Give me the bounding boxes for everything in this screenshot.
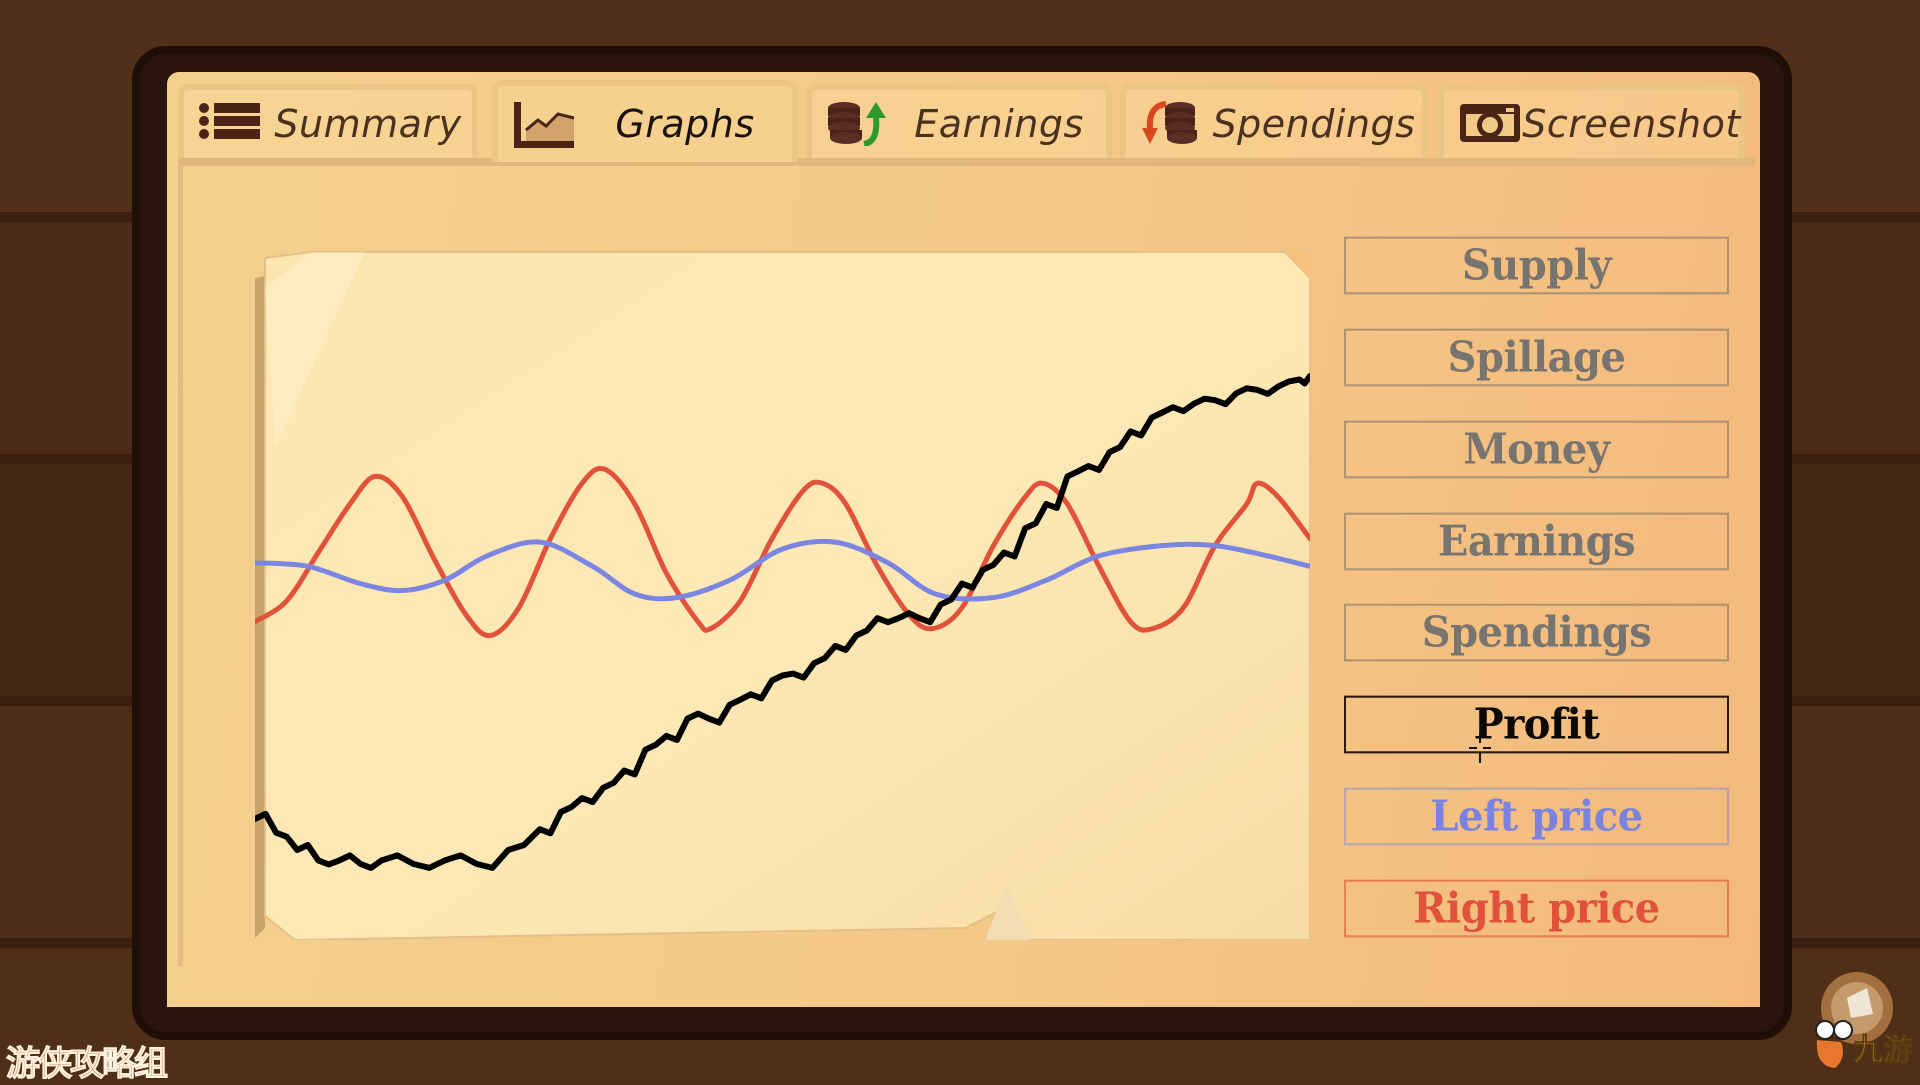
watermark-right-text: 九游 <box>1853 1033 1913 1068</box>
crosshair-cursor-icon <box>1469 733 1491 763</box>
graph-button-right-price[interactable]: Right price <box>1344 879 1729 938</box>
tab-label: Graphs <box>615 102 755 146</box>
graph-button-supply[interactable]: Supply <box>1344 236 1729 295</box>
watermark-logo-icon: 九游 <box>1815 972 1914 1069</box>
tab-label: Summary <box>274 102 462 146</box>
tab-graphs[interactable]: Graphs <box>492 80 798 162</box>
paper-shadow <box>255 276 265 938</box>
tab-label: Earnings <box>914 102 1084 146</box>
graph-button-profit[interactable]: Profit <box>1344 695 1729 754</box>
graph-button-left-price[interactable]: Left price <box>1344 787 1729 846</box>
tab-label: Spendings <box>1212 102 1416 146</box>
tab-screenshot[interactable]: Screenshot <box>1438 84 1745 158</box>
coins-up-icon <box>826 100 892 147</box>
list-icon <box>198 100 264 146</box>
graph-button-spillage[interactable]: Spillage <box>1344 328 1729 387</box>
paper-sheet <box>264 251 1310 940</box>
graph-chart <box>255 251 1310 940</box>
watermark-left: 游侠攻略组 <box>6 1044 169 1085</box>
coins-down-icon <box>1140 100 1206 146</box>
tab-summary[interactable]: Summary <box>178 84 478 158</box>
graph-button-money[interactable]: Money <box>1344 420 1729 479</box>
tab-spendings[interactable]: Spendings <box>1120 84 1428 158</box>
camera-icon <box>1458 100 1524 146</box>
line-chart-icon <box>512 100 578 148</box>
tab-earnings[interactable]: Earnings <box>806 84 1112 158</box>
tab-label: Screenshot <box>1522 102 1741 146</box>
graph-button-spendings[interactable]: Spendings <box>1344 603 1729 662</box>
graph-button-earnings[interactable]: Earnings <box>1344 512 1729 571</box>
